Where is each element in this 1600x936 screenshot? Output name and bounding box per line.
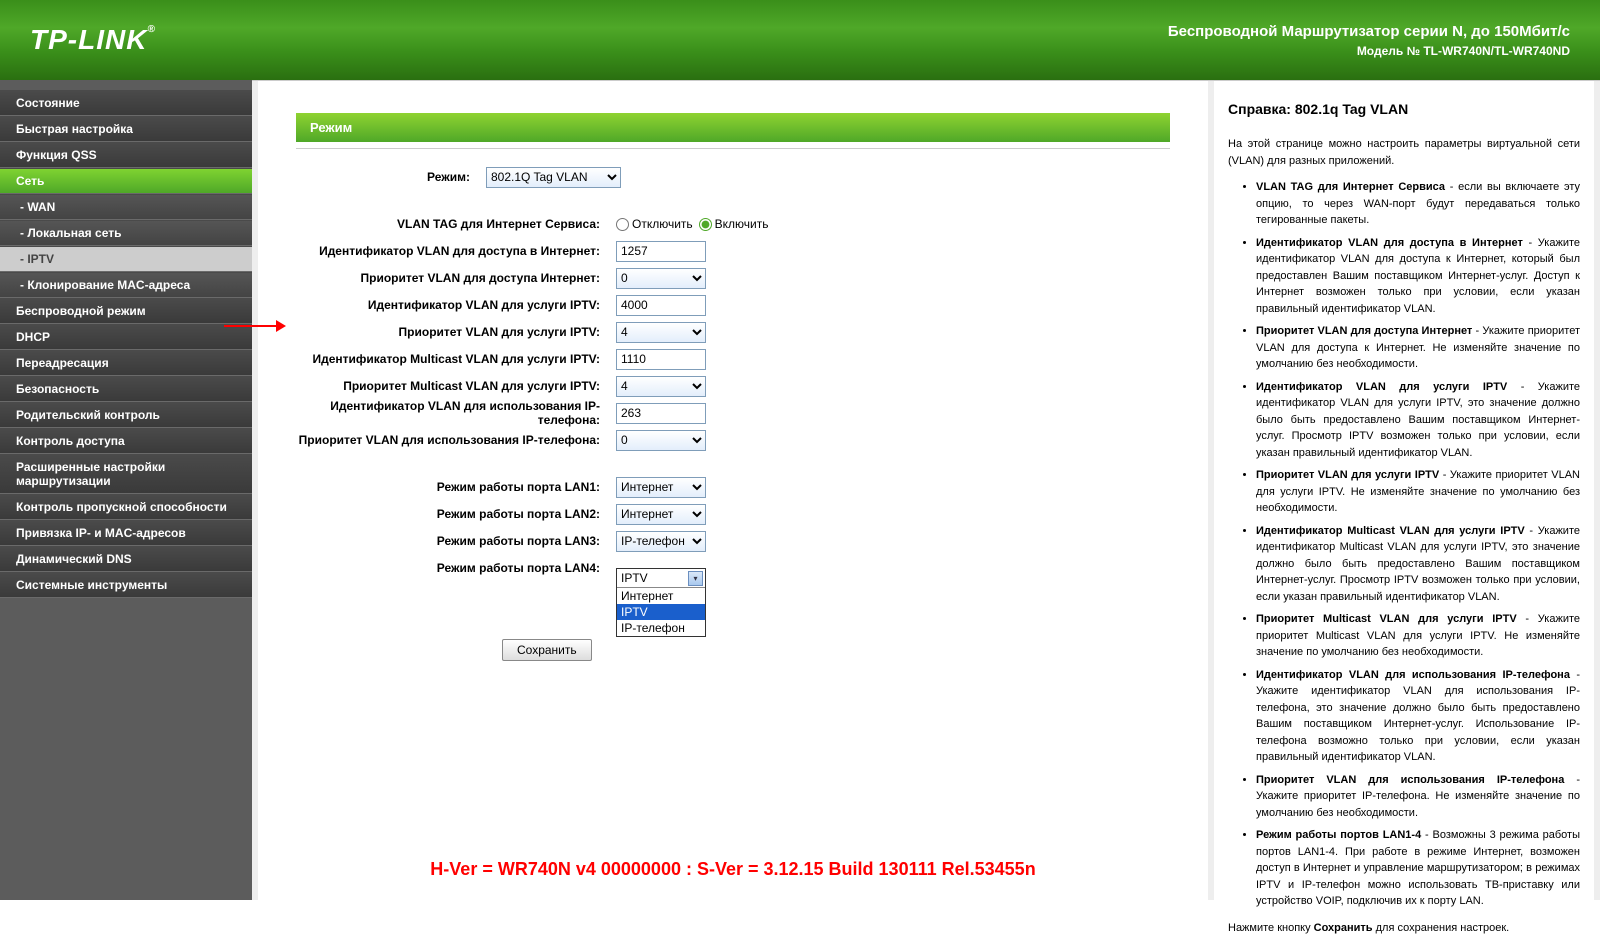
sidebar-item-wan[interactable]: - WAN — [0, 194, 252, 220]
iptv-vlan-id-input[interactable] — [616, 295, 706, 316]
sidebar-item-systools[interactable]: Системные инструменты — [0, 572, 252, 598]
lan4-select-open[interactable]: IPTV ▾ Интернет IPTV IP-телефон — [616, 568, 706, 637]
chevron-down-icon[interactable]: ▾ — [688, 571, 703, 586]
sidebar-item-security[interactable]: Безопасность — [0, 376, 252, 402]
mode-label: Режим: — [296, 170, 486, 184]
sidebar-item-dhcp[interactable]: DHCP — [0, 324, 252, 350]
lan1-label: Режим работы порта LAN1: — [296, 480, 616, 494]
help-panel: Справка: 802.1q Tag VLAN На этой страниц… — [1214, 81, 1594, 900]
mcast-vlan-id-label: Идентификатор Multicast VLAN для услуги … — [296, 352, 616, 366]
lan4-option-iptv[interactable]: IPTV — [617, 604, 705, 620]
vlan-tag-label: VLAN TAG для Интернет Сервиса: — [296, 217, 616, 231]
internet-prio-label: Приоритет VLAN для доступа Интернет: — [296, 271, 616, 285]
sidebar-item-ddns[interactable]: Динамический DNS — [0, 546, 252, 572]
help-item: Приоритет VLAN для доступа Интернет - Ук… — [1256, 323, 1580, 373]
sidebar-item-accesscontrol[interactable]: Контроль доступа — [0, 428, 252, 454]
mcast-prio-select[interactable]: 4 — [616, 376, 706, 397]
main-content: Режим Режим: 802.1Q Tag VLAN VLAN TAG дл… — [258, 81, 1208, 900]
lan4-label: Режим работы порта LAN4: — [296, 561, 616, 575]
sidebar-item-routing[interactable]: Расширенные настройки маршрутизации — [0, 454, 252, 494]
iptv-prio-select[interactable]: 4 — [616, 322, 706, 343]
product-title: Беспроводной Маршрутизатор серии N, до 1… — [1168, 23, 1570, 40]
sidebar-item-quicksetup[interactable]: Быстрая настройка — [0, 116, 252, 142]
sidebar-item-qss[interactable]: Функция QSS — [0, 142, 252, 168]
help-item: VLAN TAG для Интернет Сервиса - если вы … — [1256, 179, 1580, 229]
help-item: Приоритет VLAN для использования IP-теле… — [1256, 772, 1580, 822]
help-item: Идентификатор VLAN для доступа в Интерне… — [1256, 235, 1580, 318]
internet-vlan-id-label: Идентификатор VLAN для доступа в Интерне… — [296, 244, 616, 258]
sidebar-item-lan[interactable]: - Локальная сеть — [0, 220, 252, 246]
phone-vlan-id-label: Идентификатор VLAN для использования IP-… — [296, 399, 616, 427]
help-item: Приоритет Multicast VLAN для услуги IPTV… — [1256, 611, 1580, 661]
annotation-arrow-icon — [224, 325, 284, 327]
lan2-select[interactable]: Интернет — [616, 504, 706, 525]
mcast-vlan-id-input[interactable] — [616, 349, 706, 370]
help-item: Режим работы портов LAN1-4 - Возможны 3 … — [1256, 827, 1580, 910]
phone-prio-select[interactable]: 0 — [616, 430, 706, 451]
lan4-selected-value: IPTV — [621, 571, 648, 585]
header: TP-LINK® Беспроводной Маршрутизатор сери… — [0, 0, 1600, 80]
vlan-tag-off-radio[interactable]: Отключить — [616, 217, 693, 231]
lan2-label: Режим работы порта LAN2: — [296, 507, 616, 521]
internet-vlan-id-input[interactable] — [616, 241, 706, 262]
iptv-vlan-id-label: Идентификатор VLAN для услуги IPTV: — [296, 298, 616, 312]
sidebar-item-forwarding[interactable]: Переадресация — [0, 350, 252, 376]
sidebar-item-wireless[interactable]: Беспроводной режим — [0, 298, 252, 324]
save-button[interactable]: Сохранить — [502, 639, 592, 661]
sidebar-item-iptv[interactable]: - IPTV — [0, 246, 252, 272]
section-title: Режим — [296, 113, 1170, 142]
help-item: Идентификатор VLAN для использования IP-… — [1256, 667, 1580, 766]
lan1-select[interactable]: Интернет — [616, 477, 706, 498]
help-footer: Нажмите кнопку Сохранить для сохранения … — [1228, 920, 1580, 936]
sidebar-item-macclone[interactable]: - Клонирование MAC-адреса — [0, 272, 252, 298]
help-intro: На этой странице можно настроить парамет… — [1228, 136, 1580, 169]
sidebar-item-status[interactable]: Состояние — [0, 90, 252, 116]
mode-select[interactable]: 802.1Q Tag VLAN — [486, 167, 621, 188]
phone-prio-label: Приоритет VLAN для использования IP-теле… — [296, 433, 616, 447]
lan4-option-internet[interactable]: Интернет — [617, 588, 705, 604]
vlan-tag-on-radio[interactable]: Включить — [699, 217, 769, 231]
lan4-option-ipphone[interactable]: IP-телефон — [617, 620, 705, 636]
version-annotation: H-Ver = WR740N v4 00000000 : S-Ver = 3.1… — [258, 859, 1208, 880]
lan3-select[interactable]: IP-телефон — [616, 531, 706, 552]
help-title: Справка: 802.1q Tag VLAN — [1228, 99, 1580, 120]
lan3-label: Режим работы порта LAN3: — [296, 534, 616, 548]
mcast-prio-label: Приоритет Multicast VLAN для услуги IPTV… — [296, 379, 616, 393]
help-item: Приоритет VLAN для услуги IPTV - Укажите… — [1256, 467, 1580, 517]
sidebar-item-bandwidth[interactable]: Контроль пропускной способности — [0, 494, 252, 520]
model-number: Модель № TL-WR740N/TL-WR740ND — [1168, 44, 1570, 58]
sidebar-item-network[interactable]: Сеть — [0, 168, 252, 194]
help-item: Идентификатор Multicast VLAN для услуги … — [1256, 523, 1580, 606]
internet-prio-select[interactable]: 0 — [616, 268, 706, 289]
phone-vlan-id-input[interactable] — [616, 403, 706, 424]
divider — [296, 148, 1170, 149]
sidebar-item-ipmac[interactable]: Привязка IP- и MAC-адресов — [0, 520, 252, 546]
sidebar: Состояние Быстрая настройка Функция QSS … — [0, 80, 252, 900]
brand-logo: TP-LINK® — [30, 24, 156, 56]
iptv-prio-label: Приоритет VLAN для услуги IPTV: — [296, 325, 616, 339]
header-info: Беспроводной Маршрутизатор серии N, до 1… — [1168, 23, 1570, 58]
sidebar-item-parental[interactable]: Родительский контроль — [0, 402, 252, 428]
help-item: Идентификатор VLAN для услуги IPTV - Ука… — [1256, 379, 1580, 462]
